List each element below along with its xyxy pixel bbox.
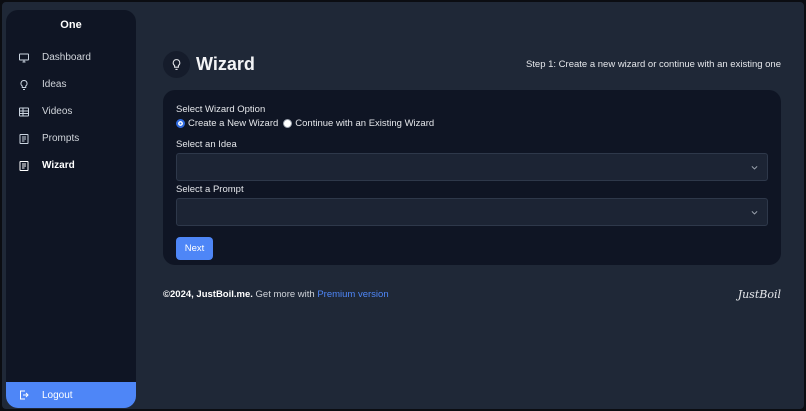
- lightbulb-icon: [18, 79, 30, 91]
- sidebar-item-prompts[interactable]: Prompts: [6, 125, 136, 152]
- title-group: Wizard: [163, 50, 255, 78]
- radio-create-new[interactable]: Create a New Wizard: [176, 118, 278, 129]
- page-title: Wizard: [196, 53, 255, 74]
- sidebar: One Dashboard Ideas Videos Prompts Wizar…: [6, 10, 136, 408]
- chevron-down-icon: [751, 166, 758, 170]
- footer: ©2024, JustBoil.me. Get more with Premiu…: [163, 286, 781, 302]
- sidebar-item-label: Wizard: [42, 160, 75, 171]
- brand-name: One: [60, 19, 82, 31]
- sidebar-item-label: Ideas: [42, 79, 67, 90]
- document-icon: [18, 133, 30, 145]
- page-header: Wizard Step 1: Create a new wizard or co…: [163, 49, 781, 79]
- footer-text: ©2024, JustBoil.me. Get more with Premiu…: [163, 289, 389, 300]
- wizard-option-group: Create a New Wizard Continue with an Exi…: [176, 118, 768, 129]
- table-icon: [18, 106, 30, 118]
- logout-icon: [18, 389, 30, 401]
- prompt-select[interactable]: [176, 198, 768, 226]
- sidebar-item-label: Prompts: [42, 133, 80, 144]
- copyright-text: ©2024, JustBoil.me.: [163, 288, 253, 300]
- document-icon: [18, 160, 30, 172]
- sidebar-item-dashboard[interactable]: Dashboard: [6, 44, 136, 71]
- radio-unchecked-icon[interactable]: [283, 119, 293, 128]
- step-indicator: Step 1: Create a new wizard or continue …: [525, 58, 781, 70]
- radio-continue-existing[interactable]: Continue with an Existing Wizard: [280, 118, 434, 129]
- idea-label: Select an Idea: [176, 139, 237, 150]
- wizard-form-card: Select Wizard Option Create a New Wizard…: [163, 90, 781, 265]
- monitor-icon: [18, 52, 30, 64]
- wizard-option-label: Select Wizard Option: [176, 104, 266, 115]
- justboil-logo[interactable]: JustBoil: [738, 288, 781, 301]
- get-more-text: Get more with: [252, 288, 318, 300]
- sidebar-nav: Dashboard Ideas Videos Prompts Wizard: [6, 44, 136, 179]
- radio-checked-icon[interactable]: [176, 119, 185, 128]
- radio-label: Create a New Wizard: [188, 118, 279, 129]
- sidebar-item-label: Videos: [42, 106, 73, 117]
- sidebar-item-ideas[interactable]: Ideas: [6, 71, 136, 98]
- radio-label: Continue with an Existing Wizard: [295, 118, 435, 129]
- logout-label: Logout: [42, 389, 73, 401]
- idea-select[interactable]: [176, 153, 768, 181]
- sidebar-item-videos[interactable]: Videos: [6, 98, 136, 125]
- sidebar-item-label: Dashboard: [42, 52, 91, 63]
- lightbulb-icon: [163, 50, 190, 78]
- prompt-label: Select a Prompt: [176, 184, 244, 195]
- chevron-down-icon: [751, 211, 758, 215]
- sidebar-item-wizard[interactable]: Wizard: [6, 152, 136, 179]
- premium-link[interactable]: Premium version: [317, 289, 388, 300]
- next-button[interactable]: Next: [176, 237, 213, 260]
- app-window: One Dashboard Ideas Videos Prompts Wizar…: [0, 0, 806, 411]
- logout-button[interactable]: Logout: [6, 382, 136, 408]
